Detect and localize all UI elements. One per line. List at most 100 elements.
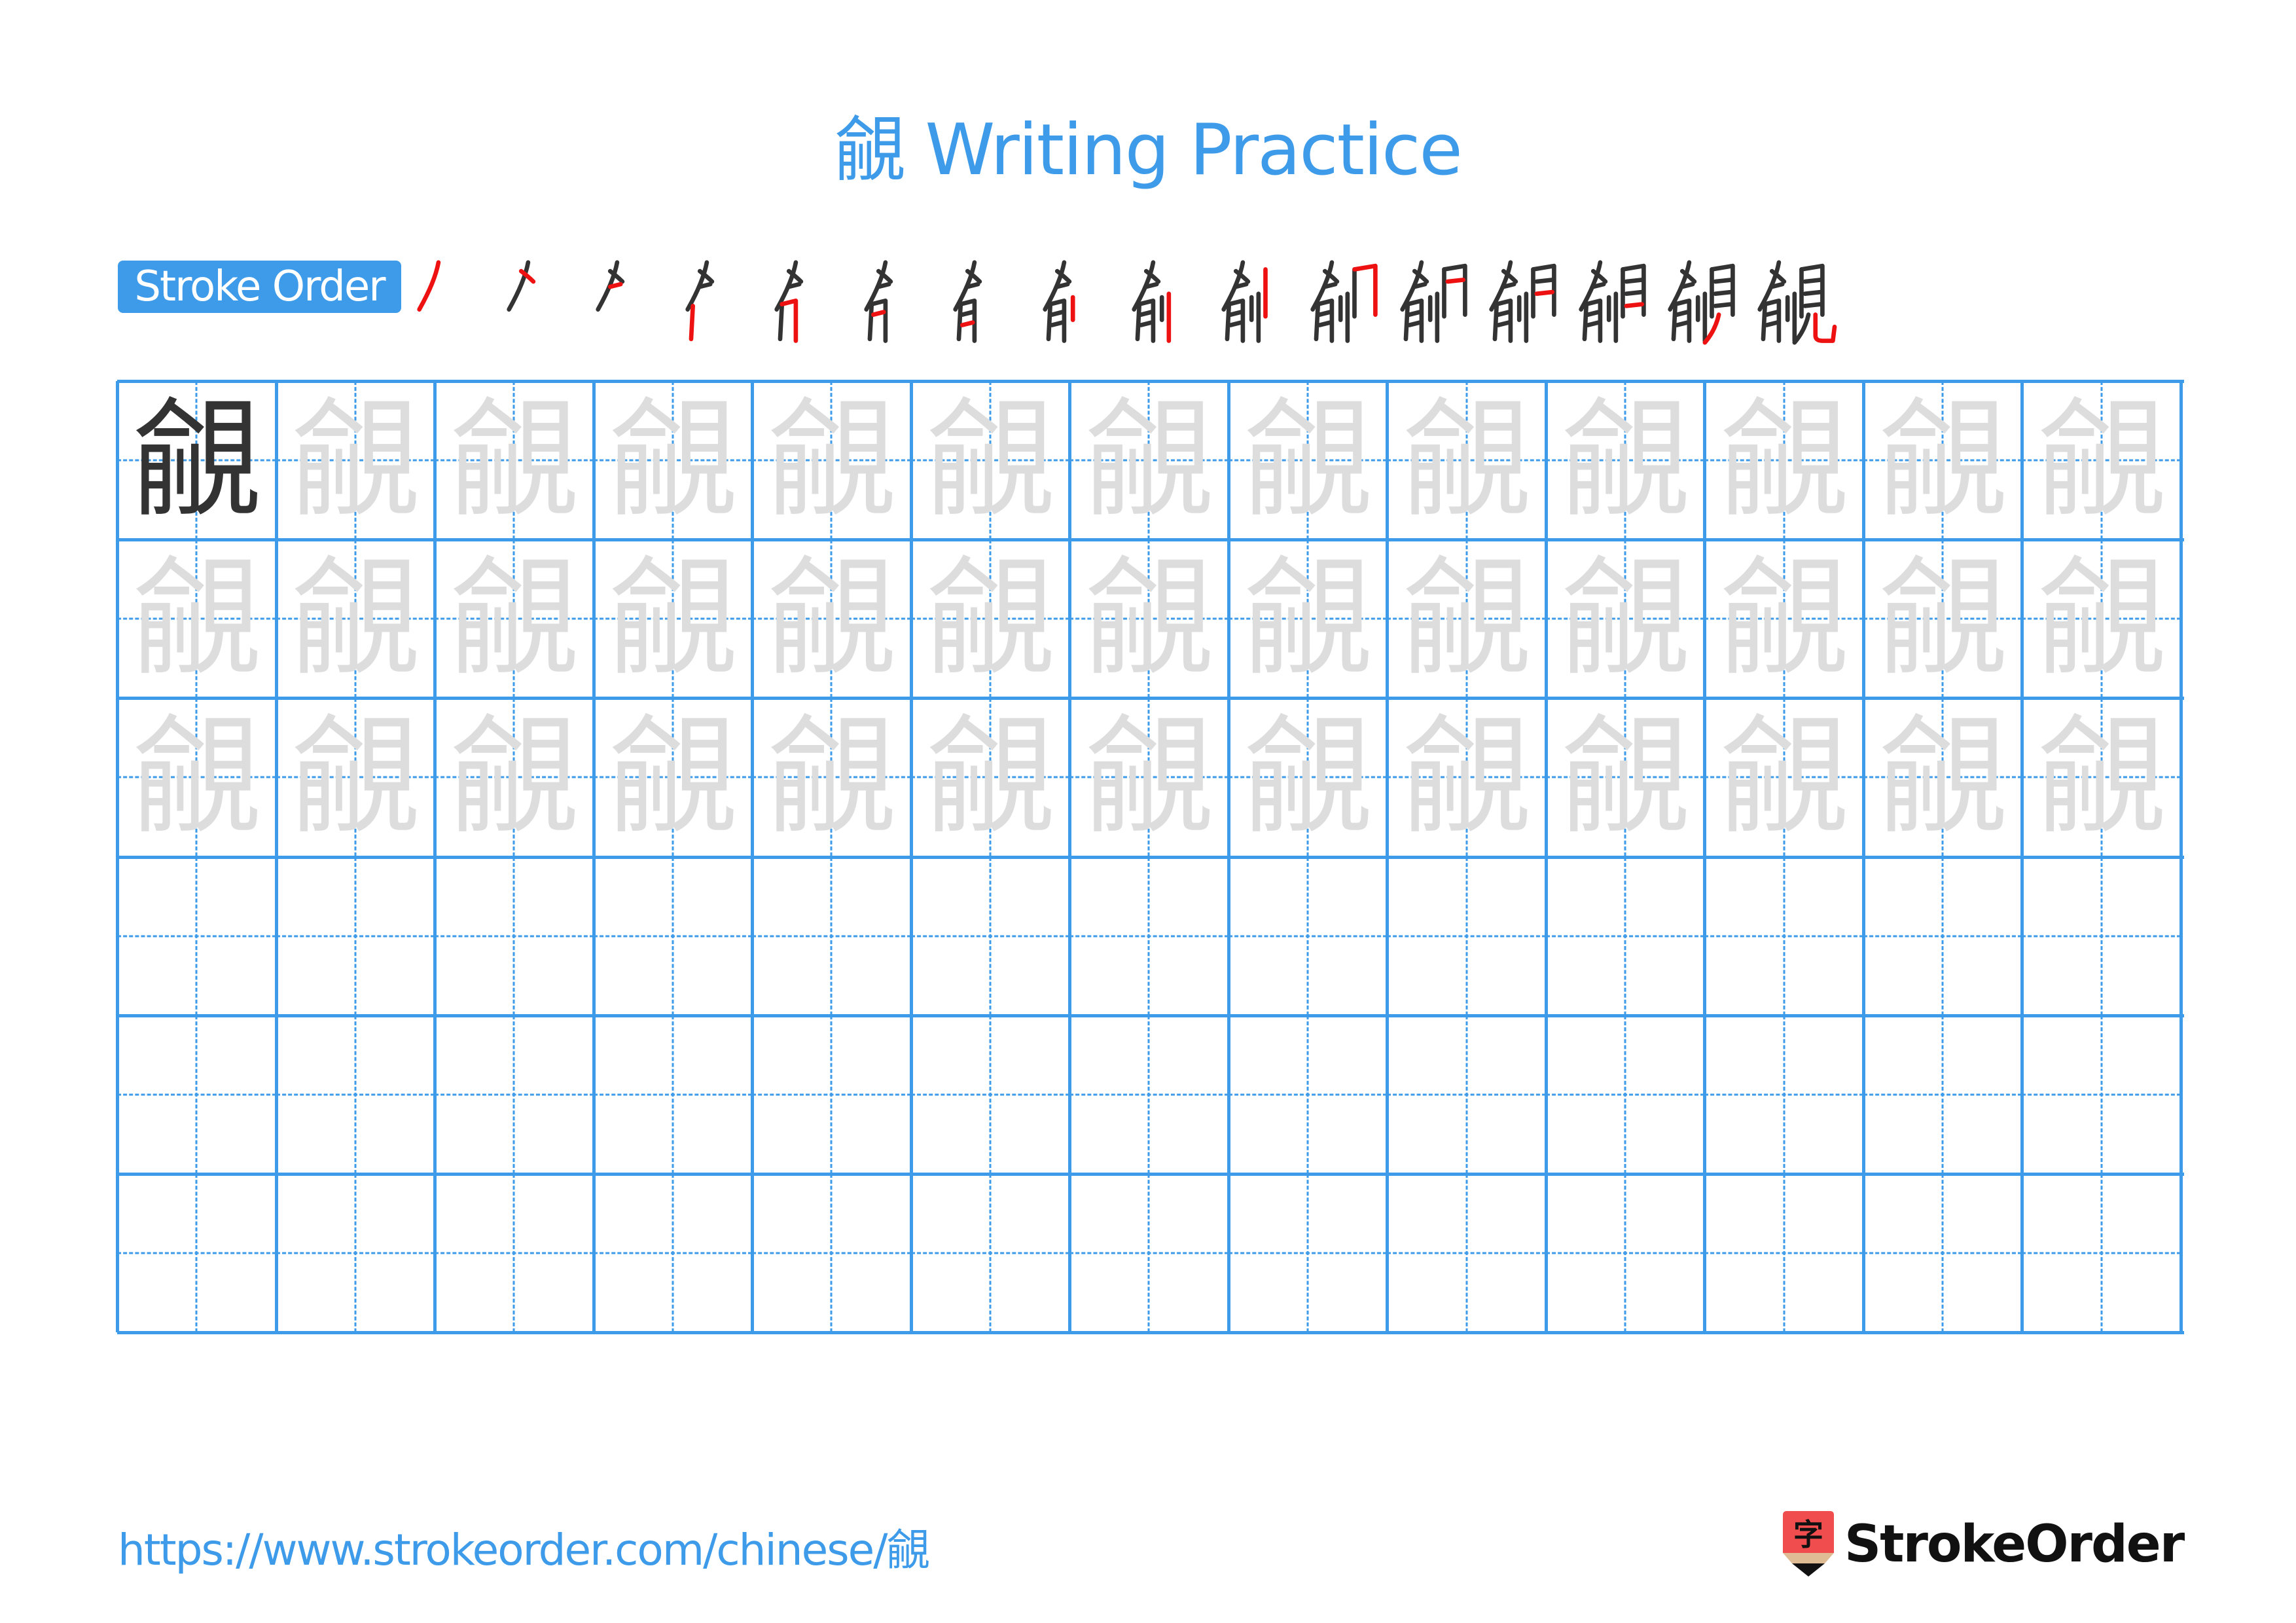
- practice-cell[interactable]: [435, 856, 594, 1015]
- practice-cell[interactable]: [1863, 856, 2022, 1015]
- practice-cell[interactable]: 覦: [276, 539, 435, 699]
- practice-cell[interactable]: [1069, 856, 1229, 1015]
- practice-cell[interactable]: [1704, 1015, 1863, 1174]
- practice-cell[interactable]: [593, 1015, 753, 1174]
- stroke-step: [1574, 255, 1661, 347]
- practice-cell[interactable]: 覦: [910, 539, 1070, 699]
- practice-cell[interactable]: [910, 856, 1070, 1015]
- practice-cell[interactable]: [2022, 1173, 2181, 1332]
- practice-cell[interactable]: [752, 1173, 911, 1332]
- previous-stroke: [1764, 310, 1780, 317]
- trace-character: 覦: [291, 702, 420, 852]
- practice-cell[interactable]: 覦: [752, 698, 911, 857]
- practice-cell[interactable]: 覦: [1704, 698, 1863, 857]
- practice-cell[interactable]: 覦: [1863, 539, 2022, 699]
- practice-cell[interactable]: 覦: [1387, 698, 1546, 857]
- practice-cell[interactable]: [1069, 1015, 1229, 1174]
- practice-cell[interactable]: [1228, 1015, 1388, 1174]
- practice-cell[interactable]: [435, 1173, 594, 1332]
- practice-cell[interactable]: [117, 1015, 276, 1174]
- practice-cell[interactable]: [276, 856, 435, 1015]
- practice-cell[interactable]: [1228, 856, 1388, 1015]
- practice-cell[interactable]: 覦: [910, 698, 1070, 857]
- practice-cell[interactable]: 覦: [276, 698, 435, 857]
- practice-cell[interactable]: [1545, 1173, 1705, 1332]
- stroke-step: [412, 255, 499, 347]
- previous-stroke: [786, 282, 802, 289]
- practice-cell[interactable]: [910, 1015, 1070, 1174]
- practice-cell[interactable]: 覦: [1704, 539, 1863, 699]
- practice-cell[interactable]: 覦: [2022, 381, 2181, 540]
- practice-cell[interactable]: 覦: [593, 381, 753, 540]
- practice-cell[interactable]: 覦: [1228, 381, 1388, 540]
- practice-cell[interactable]: [2022, 1015, 2181, 1174]
- previous-stroke: [1769, 282, 1785, 289]
- practice-cell[interactable]: 覦: [1069, 698, 1229, 857]
- trace-character: 覦: [925, 544, 1054, 694]
- practice-cell[interactable]: [1545, 856, 1705, 1015]
- practice-cell[interactable]: 覦: [752, 539, 911, 699]
- practice-cell[interactable]: 覦: [910, 381, 1070, 540]
- current-stroke: [1623, 302, 1644, 308]
- practice-cell[interactable]: [276, 1173, 435, 1332]
- stroke-step: [1753, 255, 1840, 347]
- practice-cell[interactable]: 覦: [1387, 539, 1546, 699]
- practice-cell[interactable]: 覦: [1704, 381, 1863, 540]
- practice-cell[interactable]: [1387, 1015, 1546, 1174]
- practice-cell[interactable]: [1863, 1173, 2022, 1332]
- practice-cell[interactable]: 覦: [1069, 381, 1229, 540]
- practice-cell[interactable]: 覦: [435, 381, 594, 540]
- practice-cell[interactable]: 覦: [2022, 539, 2181, 699]
- practice-cell[interactable]: 覦: [1863, 381, 2022, 540]
- practice-cell[interactable]: 覦: [1863, 698, 2022, 857]
- previous-stroke: [778, 303, 784, 342]
- trace-character: 覦: [450, 386, 579, 536]
- practice-cell[interactable]: 覦: [1069, 539, 1229, 699]
- guide-line-horizontal: [593, 1252, 753, 1254]
- practice-cell[interactable]: [1704, 1173, 1863, 1332]
- practice-cell[interactable]: [1069, 1173, 1229, 1332]
- previous-stroke: [1582, 303, 1588, 342]
- practice-cell[interactable]: [435, 1015, 594, 1174]
- trace-character: 覦: [1085, 544, 1213, 694]
- practice-cell[interactable]: 覦: [117, 381, 276, 540]
- practice-cell[interactable]: [117, 856, 276, 1015]
- practice-cell[interactable]: [1387, 1173, 1546, 1332]
- practice-cell[interactable]: [1387, 856, 1546, 1015]
- practice-cell[interactable]: 覦: [117, 539, 276, 699]
- footer-url-link[interactable]: https://www.strokeorder.com/chinese/覦: [118, 1518, 929, 1583]
- practice-cell[interactable]: [1228, 1173, 1388, 1332]
- practice-cell[interactable]: 覦: [276, 381, 435, 540]
- practice-cell[interactable]: 覦: [435, 539, 594, 699]
- trace-character: 覦: [1402, 386, 1531, 536]
- practice-cell[interactable]: [593, 1173, 753, 1332]
- practice-cell[interactable]: 覦: [1545, 698, 1705, 857]
- practice-cell[interactable]: 覦: [1387, 381, 1546, 540]
- practice-cell[interactable]: 覦: [1228, 698, 1388, 857]
- practice-cell[interactable]: 覦: [752, 381, 911, 540]
- practice-cell[interactable]: 覦: [1545, 381, 1705, 540]
- practice-cell[interactable]: [2022, 856, 2181, 1015]
- practice-cell[interactable]: 覦: [593, 539, 753, 699]
- practice-cell[interactable]: 覦: [435, 698, 594, 857]
- practice-cell[interactable]: 覦: [1545, 539, 1705, 699]
- stroke-step-glyph: [1489, 260, 1556, 343]
- practice-cell[interactable]: 覦: [1228, 539, 1388, 699]
- practice-cell[interactable]: [752, 856, 911, 1015]
- practice-cell[interactable]: [910, 1173, 1070, 1332]
- practice-cell[interactable]: [593, 856, 753, 1015]
- practice-cell[interactable]: [117, 1173, 276, 1332]
- stroke-step-glyph: [1757, 260, 1837, 345]
- practice-cell[interactable]: 覦: [2022, 698, 2181, 857]
- guide-line-horizontal: [752, 935, 911, 938]
- practice-cell[interactable]: [752, 1015, 911, 1174]
- trace-character: 覦: [291, 544, 420, 694]
- practice-cell[interactable]: [1704, 856, 1863, 1015]
- stroke-step-glyph: [1042, 260, 1075, 343]
- practice-cell[interactable]: 覦: [593, 698, 753, 857]
- practice-cell[interactable]: [1545, 1015, 1705, 1174]
- practice-cell[interactable]: 覦: [117, 698, 276, 857]
- practice-cell[interactable]: [1863, 1015, 2022, 1174]
- practice-cell[interactable]: [276, 1015, 435, 1174]
- trace-character: 覦: [925, 386, 1054, 536]
